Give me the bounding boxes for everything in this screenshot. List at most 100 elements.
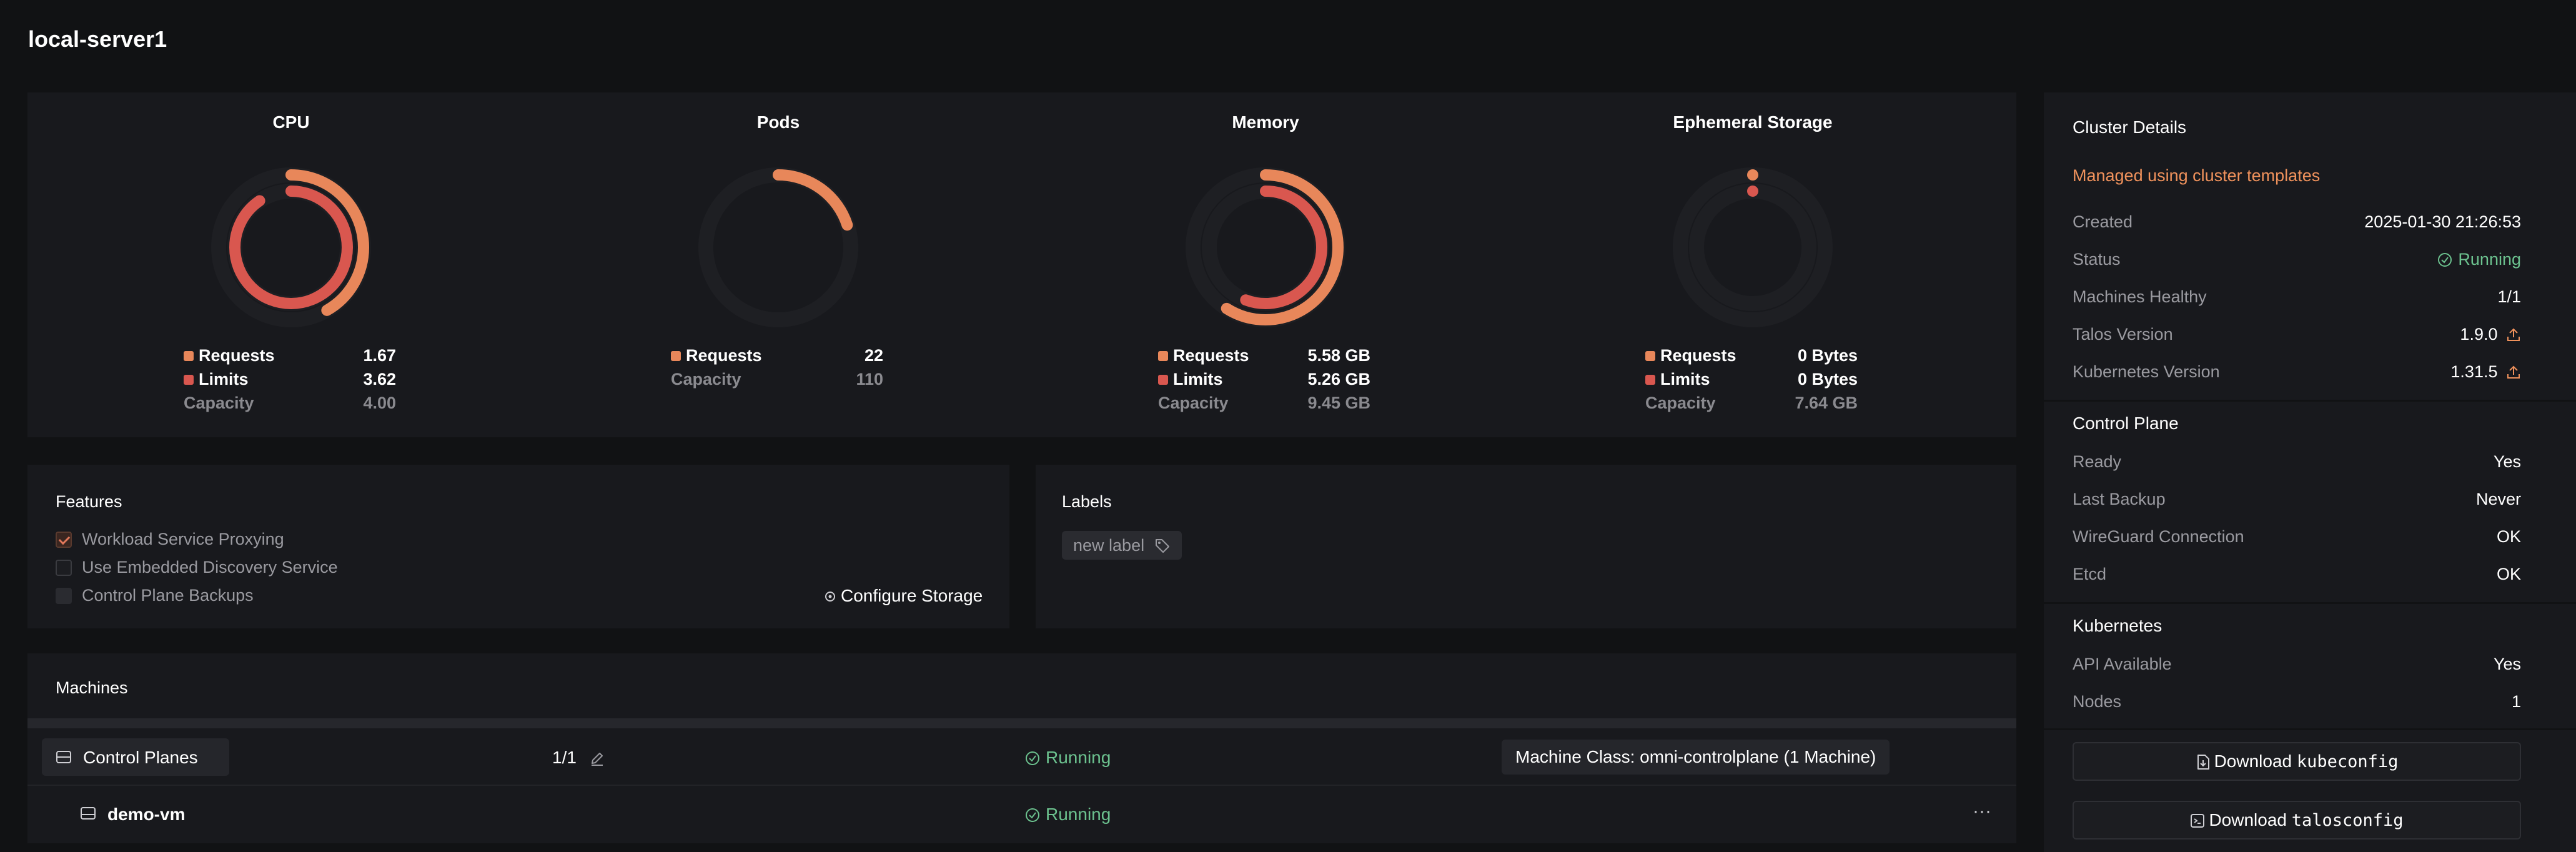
download-filename: talosconfig — [2291, 811, 2404, 830]
detail-key: Nodes — [2073, 692, 2122, 711]
detail-api-available: API Available Yes — [2073, 655, 2521, 680]
detail-value: Yes — [2493, 452, 2521, 471]
detail-value: Yes — [2493, 655, 2521, 673]
memory-ring-chart — [1186, 167, 1345, 327]
workload-proxying-checkbox[interactable] — [56, 532, 72, 548]
detail-nodes: Nodes 1 — [2073, 692, 2521, 717]
requests-swatch — [1158, 351, 1168, 361]
pods-ring-chart — [698, 167, 858, 327]
file-download-icon — [2197, 755, 2209, 770]
status-text: Running — [2458, 250, 2521, 269]
terminal-icon — [2191, 814, 2205, 828]
detail-etcd: Etcd OK — [2073, 565, 2521, 590]
limits-swatch — [184, 375, 194, 385]
download-kubeconfig-button[interactable]: Download kubeconfig — [2073, 742, 2521, 781]
detail-machines-healthy: Machines Healthy 1/1 — [2073, 287, 2521, 312]
memory-capacity-value: 9.45 GB — [1307, 394, 1370, 412]
memory-requests-value: 5.58 GB — [1307, 346, 1370, 365]
detail-key: Status — [2073, 250, 2121, 269]
control-planes-button[interactable]: Control Planes — [42, 738, 229, 776]
upgrade-icon[interactable] — [2506, 327, 2521, 343]
memory-limits-value: 5.26 GB — [1307, 370, 1370, 389]
upgrade-icon[interactable] — [2506, 364, 2521, 380]
detail-key: Kubernetes Version — [2073, 362, 2220, 381]
limits-label: Limits — [1173, 370, 1223, 389]
capacity-label: Capacity — [1158, 394, 1229, 412]
managed-templates-text: Managed using cluster templates — [2073, 166, 2321, 185]
limits-swatch — [1158, 375, 1168, 385]
server-icon — [81, 807, 96, 820]
gauge-title: Memory — [1232, 112, 1299, 132]
embedded-discovery-checkbox[interactable] — [56, 560, 72, 576]
requests-swatch — [1645, 351, 1655, 361]
limits-label: Limits — [1660, 370, 1710, 389]
machines-title: Machines — [56, 678, 128, 697]
detail-key: Ready — [2073, 452, 2122, 471]
tag-icon — [1155, 539, 1169, 553]
control-planes-count: 1/1 — [552, 748, 605, 768]
cpu-limits-value: 3.62 — [363, 370, 396, 389]
feature-workload-service-proxying[interactable]: Workload Service Proxying — [56, 530, 430, 551]
feature-embedded-discovery[interactable]: Use Embedded Discovery Service — [56, 558, 430, 579]
detail-wireguard: WireGuard Connection OK — [2073, 527, 2521, 552]
check-circle-icon — [1026, 808, 1039, 822]
limits-label: Limits — [199, 370, 249, 389]
storage-requests-value: 0 Bytes — [1797, 346, 1858, 365]
detail-value: Never — [2475, 490, 2521, 508]
machines-header-divider — [27, 718, 2016, 728]
detail-value: 1.31.5 — [2450, 362, 2521, 382]
control-planes-label: Control Planes — [83, 748, 198, 767]
edit-icon[interactable] — [589, 750, 605, 766]
new-label-text: new label — [1073, 536, 1145, 555]
feature-control-plane-backups[interactable]: Control Plane Backups — [56, 586, 430, 607]
download-prefix: Download — [2214, 751, 2292, 771]
configure-storage-button[interactable]: Configure Storage — [823, 586, 983, 606]
cluster-details-title: Cluster Details — [2073, 117, 2187, 137]
detail-key: Talos Version — [2073, 325, 2173, 344]
gauge-title: Ephemeral Storage — [1673, 112, 1833, 132]
machine-row-demo-vm[interactable] — [27, 787, 2016, 843]
pods-gauge: Pods Requests 22 Capacity 110 — [591, 92, 966, 430]
cpu-ring-chart — [211, 167, 371, 327]
gauge-title: Pods — [756, 112, 800, 132]
labels-title: Labels — [1062, 492, 1112, 511]
machine-name[interactable]: demo-vm — [107, 805, 185, 825]
detail-value: 1.9.0 — [2460, 325, 2521, 344]
section-divider — [2044, 602, 2576, 604]
control-plane-title: Control Plane — [2073, 414, 2179, 433]
machine-class-badge: Machine Class: omni-controlplane (1 Mach… — [1502, 740, 1890, 775]
talos-version-text: 1.9.0 — [2460, 325, 2498, 344]
control-plane-backups-checkbox[interactable] — [56, 588, 72, 604]
kubernetes-version-text: 1.31.5 — [2450, 362, 2498, 381]
detail-last-backup: Last Backup Never — [2073, 490, 2521, 515]
machine-menu-button[interactable]: ··· — [1973, 801, 1991, 822]
ephemeral-storage-ring-chart — [1673, 167, 1833, 327]
control-planes-status-text: Running — [1046, 748, 1111, 767]
machine-status-text: Running — [1046, 805, 1111, 824]
labels-panel — [1036, 465, 2016, 628]
detail-status: Status Running — [2073, 250, 2521, 275]
detail-value: 2025-01-30 21:26:53 — [2364, 212, 2521, 231]
section-divider — [2044, 400, 2576, 402]
machine-status: Running — [1024, 805, 1111, 825]
feature-label: Control Plane Backups — [82, 586, 254, 605]
requests-label: Requests — [686, 346, 762, 365]
cpu-limits-arc — [229, 186, 353, 309]
download-talosconfig-button[interactable]: Download talosconfig — [2073, 801, 2521, 840]
control-planes-status: Running — [1024, 748, 1111, 768]
detail-value: 1/1 — [2497, 287, 2521, 306]
detail-created: Created 2025-01-30 21:26:53 — [2073, 212, 2521, 237]
memory-gauge: Memory Requests 5.58 GB Limits 5.26 GB C… — [1078, 92, 1453, 430]
detail-key: Etcd — [2073, 565, 2107, 583]
page-title: local-server1 — [28, 26, 167, 52]
detail-key: Last Backup — [2073, 490, 2166, 508]
new-label-button[interactable]: new label — [1062, 531, 1182, 560]
detail-key: Machines Healthy — [2073, 287, 2207, 306]
check-circle-icon — [1026, 751, 1039, 765]
requests-label: Requests — [199, 346, 275, 365]
download-prefix: Download — [2209, 810, 2287, 830]
detail-key: WireGuard Connection — [2073, 527, 2244, 546]
detail-talos-version: Talos Version 1.9.0 — [2073, 325, 2521, 350]
detail-ready: Ready Yes — [2073, 452, 2521, 477]
pods-capacity-value: 110 — [856, 370, 883, 389]
